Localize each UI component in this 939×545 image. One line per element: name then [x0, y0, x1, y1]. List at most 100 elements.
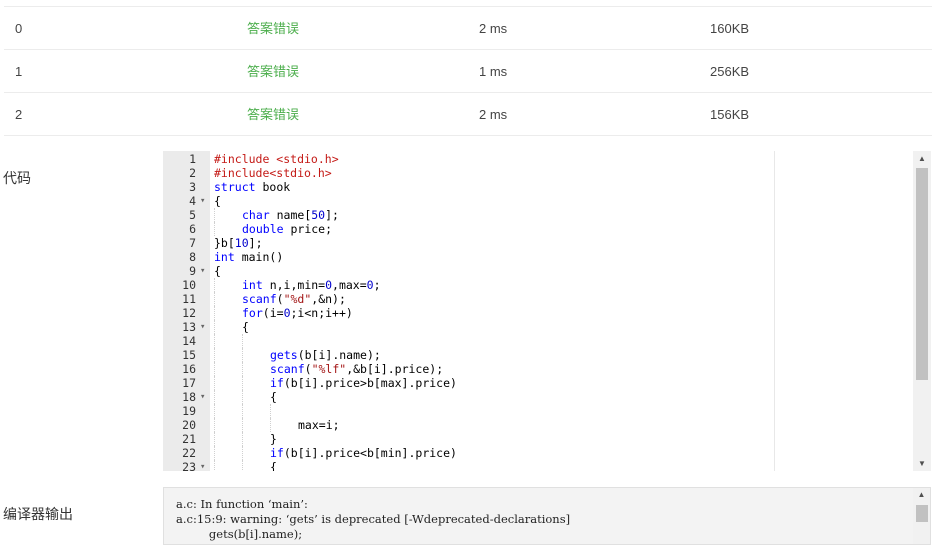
code-editor[interactable]: 1 #include <stdio.h> 2 #include<stdio.h> 3 st… — [163, 151, 931, 471]
status-badge: 答案错误 — [247, 21, 300, 36]
indent-guide — [214, 292, 216, 306]
line-number: 6 — [189, 222, 196, 236]
code-area[interactable]: 1 #include <stdio.h> 2 #include<stdio.h> 3 st… — [163, 151, 913, 471]
status-badge: 答案错误 — [247, 64, 300, 79]
table-row: 1 答案错误 1 ms 256KB — [4, 50, 932, 93]
indent-guide — [214, 362, 216, 376]
table-row: 2 答案错误 2 ms 156KB — [4, 93, 932, 136]
code-text: #include<stdio.h> — [214, 166, 332, 180]
indent-guide — [214, 376, 216, 390]
case-number: 1 — [15, 64, 23, 79]
code-line: 16 scanf("%lf",&b[i].price); — [163, 362, 773, 376]
line-number: 5 — [189, 208, 196, 222]
code-text: scanf("%lf",&b[i].price); — [270, 362, 444, 376]
code-text: int n,i,min=0,max=0; — [242, 278, 381, 292]
code-line: 17 if(b[i].price>b[max].price) — [163, 376, 773, 390]
code-text: { — [270, 460, 277, 471]
indent-guide — [242, 348, 244, 362]
code-text: struct book — [214, 180, 291, 194]
code-line: 11 scanf("%d",&n); — [163, 292, 773, 306]
indent-guide — [242, 404, 244, 418]
fold-caret-icon[interactable]: ▾ — [200, 264, 205, 278]
line-number: 22 — [182, 446, 196, 460]
indent-guide — [214, 334, 216, 348]
code-line: 6 double price; — [163, 222, 773, 236]
code-line: 2 #include<stdio.h> — [163, 166, 773, 180]
scroll-up-icon[interactable]: ▲ — [913, 154, 931, 163]
code-line: 21} — [163, 432, 773, 446]
indent-guide — [214, 404, 216, 418]
indent-guide — [242, 432, 244, 446]
indent-guide — [214, 460, 216, 471]
line-number: 21 — [182, 432, 196, 446]
code-line: 4 ▾ { — [163, 194, 773, 208]
line-number: 8 — [189, 250, 196, 264]
line-number: 18 — [182, 390, 196, 404]
code-line: 10 int n,i,min=0,max=0; — [163, 278, 773, 292]
indent-guide — [242, 376, 244, 390]
code-text: { — [214, 194, 221, 208]
code-text: char name[50]; — [242, 208, 339, 222]
code-line: 18 ▾ { — [163, 390, 773, 404]
line-number: 10 — [182, 278, 196, 292]
code-line: 23 ▾ { — [163, 460, 773, 471]
code-line: 1 #include <stdio.h> — [163, 152, 773, 166]
table-row: 0 答案错误 2 ms 160KB — [4, 7, 932, 50]
indent-guide — [242, 362, 244, 376]
compiler-output-label: 编译器输出 — [3, 506, 73, 522]
fold-caret-icon[interactable]: ▾ — [200, 390, 205, 404]
test-results-table: 0 答案错误 2 ms 160KB 1 答案错误 1 ms 256KB 2 答案… — [4, 6, 932, 136]
case-number: 2 — [15, 107, 23, 122]
line-number: 19 — [182, 404, 196, 418]
indent-guide — [214, 348, 216, 362]
editor-scrollbar[interactable]: ▲ ▼ — [913, 151, 931, 471]
memory-cell: 156KB — [710, 107, 750, 122]
fold-caret-icon[interactable]: ▾ — [200, 320, 205, 334]
code-text: if(b[i].price<b[min].price) — [270, 446, 457, 460]
code-line: 3 struct book — [163, 180, 773, 194]
compiler-scrollbar[interactable]: ▲ — [913, 488, 930, 544]
code-text: { — [270, 390, 277, 404]
line-number: 1 — [189, 152, 196, 166]
line-number: 20 — [182, 418, 196, 432]
indent-guide — [270, 418, 272, 432]
scroll-down-icon[interactable]: ▼ — [913, 459, 931, 468]
code-line: 9 ▾ { — [163, 264, 773, 278]
code-text: #include <stdio.h> — [214, 152, 339, 166]
line-number: 13 — [182, 320, 196, 334]
fold-caret-icon[interactable]: ▾ — [200, 194, 205, 208]
scrollbar-thumb[interactable] — [916, 168, 928, 380]
memory-cell: 256KB — [710, 64, 750, 79]
code-line: 19 — [163, 404, 773, 418]
scrollbar-thumb[interactable] — [916, 505, 928, 522]
code-text: for(i=0;i<n;i++) — [242, 306, 353, 320]
code-line: 13 ▾ { — [163, 320, 773, 334]
compiler-output-box[interactable]: a.c: In function ‘main’: a.c:15:9: warni… — [163, 487, 931, 545]
code-line: 12 for(i=0;i<n;i++) — [163, 306, 773, 320]
code-text: int main() — [214, 250, 284, 264]
compiler-output-text: a.c: In function ‘main’: a.c:15:9: warni… — [176, 497, 571, 544]
indent-guide — [214, 222, 216, 236]
indent-guide — [214, 278, 216, 292]
code-text: gets(b[i].name); — [270, 348, 381, 362]
indent-guide — [214, 418, 216, 432]
code-line: 15 gets(b[i].name); — [163, 348, 773, 362]
fold-caret-icon[interactable]: ▾ — [200, 460, 205, 471]
indent-guide — [242, 418, 244, 432]
indent-guide — [214, 208, 216, 222]
code-text: { — [242, 320, 249, 334]
line-number: 7 — [189, 236, 196, 250]
indent-guide — [242, 460, 244, 471]
line-number: 11 — [182, 292, 196, 306]
case-number: 0 — [15, 21, 23, 36]
indent-guide — [242, 334, 244, 348]
line-number: 3 — [189, 180, 196, 194]
line-number: 23 — [182, 460, 196, 471]
scroll-up-icon[interactable]: ▲ — [913, 490, 930, 499]
code-line: 8 int main() — [163, 250, 773, 264]
line-number: 17 — [182, 376, 196, 390]
code-label: 代码 — [3, 170, 31, 186]
code-line: 5 char name[50]; — [163, 208, 773, 222]
indent-guide — [242, 446, 244, 460]
code-text: scanf("%d",&n); — [242, 292, 346, 306]
